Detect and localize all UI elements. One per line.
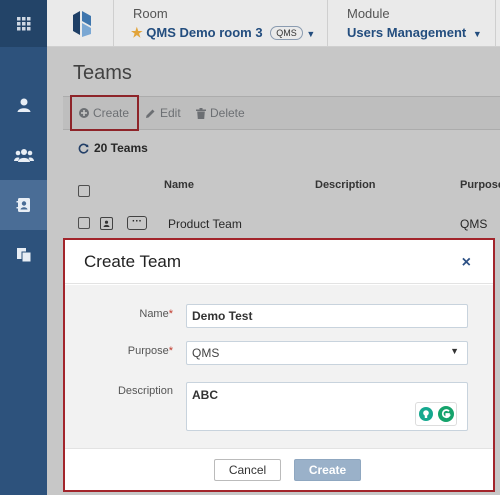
dialog-header: Create Team × <box>65 240 493 284</box>
sidebar-item-users[interactable] <box>0 130 47 180</box>
sidebar-item-teams[interactable] <box>0 180 47 230</box>
name-field-label: Name* <box>139 308 173 320</box>
module-name: Users Management <box>347 25 467 40</box>
room-badge: QMS <box>270 26 303 40</box>
apps-menu-button[interactable] <box>0 0 47 47</box>
user-icon <box>17 98 30 112</box>
purpose-field-label: Purpose* <box>127 345 173 357</box>
dialog-footer: Cancel Create <box>65 448 493 490</box>
purpose-select[interactable]: QMS ▼ <box>186 341 468 365</box>
grammarly-icon[interactable] <box>437 406 454 422</box>
room-label: Room <box>133 6 168 21</box>
lightbulb-icon[interactable] <box>418 407 433 421</box>
description-field-label: Description <box>117 385 173 397</box>
room-selector[interactable]: ★ QMS Demo room 3 QMS ▼ <box>131 25 315 41</box>
dialog-body: Name* Demo Test Purpose* QMS ▼ Descripti… <box>65 285 493 448</box>
contact-card-icon <box>16 198 30 212</box>
module-label: Module <box>347 6 390 21</box>
description-field[interactable]: ABC <box>186 382 468 431</box>
chevron-down-icon: ▼ <box>472 29 482 39</box>
chevron-down-icon: ▼ <box>306 29 316 39</box>
dialog-title: Create Team <box>84 252 182 271</box>
users-icon <box>13 149 34 162</box>
module-selector[interactable]: Users Management ▼ <box>347 25 482 40</box>
room-name: QMS Demo room 3 <box>146 25 263 40</box>
name-field[interactable]: Demo Test <box>186 304 468 328</box>
create-team-button[interactable]: Create <box>294 459 361 481</box>
grid-icon <box>16 16 30 30</box>
sidebar-item-documents[interactable] <box>0 230 47 280</box>
top-header: Room ★ QMS Demo room 3 QMS ▼ Module User… <box>47 0 500 47</box>
cancel-button[interactable]: Cancel <box>214 459 281 481</box>
writing-assistant-badges <box>415 402 457 426</box>
description-value: ABC <box>192 388 218 402</box>
create-team-dialog: Create Team × Name* Demo Test Purpose* Q… <box>63 238 495 492</box>
purpose-select-value: QMS <box>192 346 220 360</box>
sidebar-item-user[interactable] <box>0 80 47 130</box>
app-logo <box>73 11 91 37</box>
close-icon[interactable]: × <box>462 254 471 272</box>
chevron-down-icon: ▼ <box>450 346 459 356</box>
favorite-star-icon[interactable]: ★ <box>131 25 143 40</box>
documents-icon <box>16 248 31 263</box>
sidebar <box>0 0 47 495</box>
